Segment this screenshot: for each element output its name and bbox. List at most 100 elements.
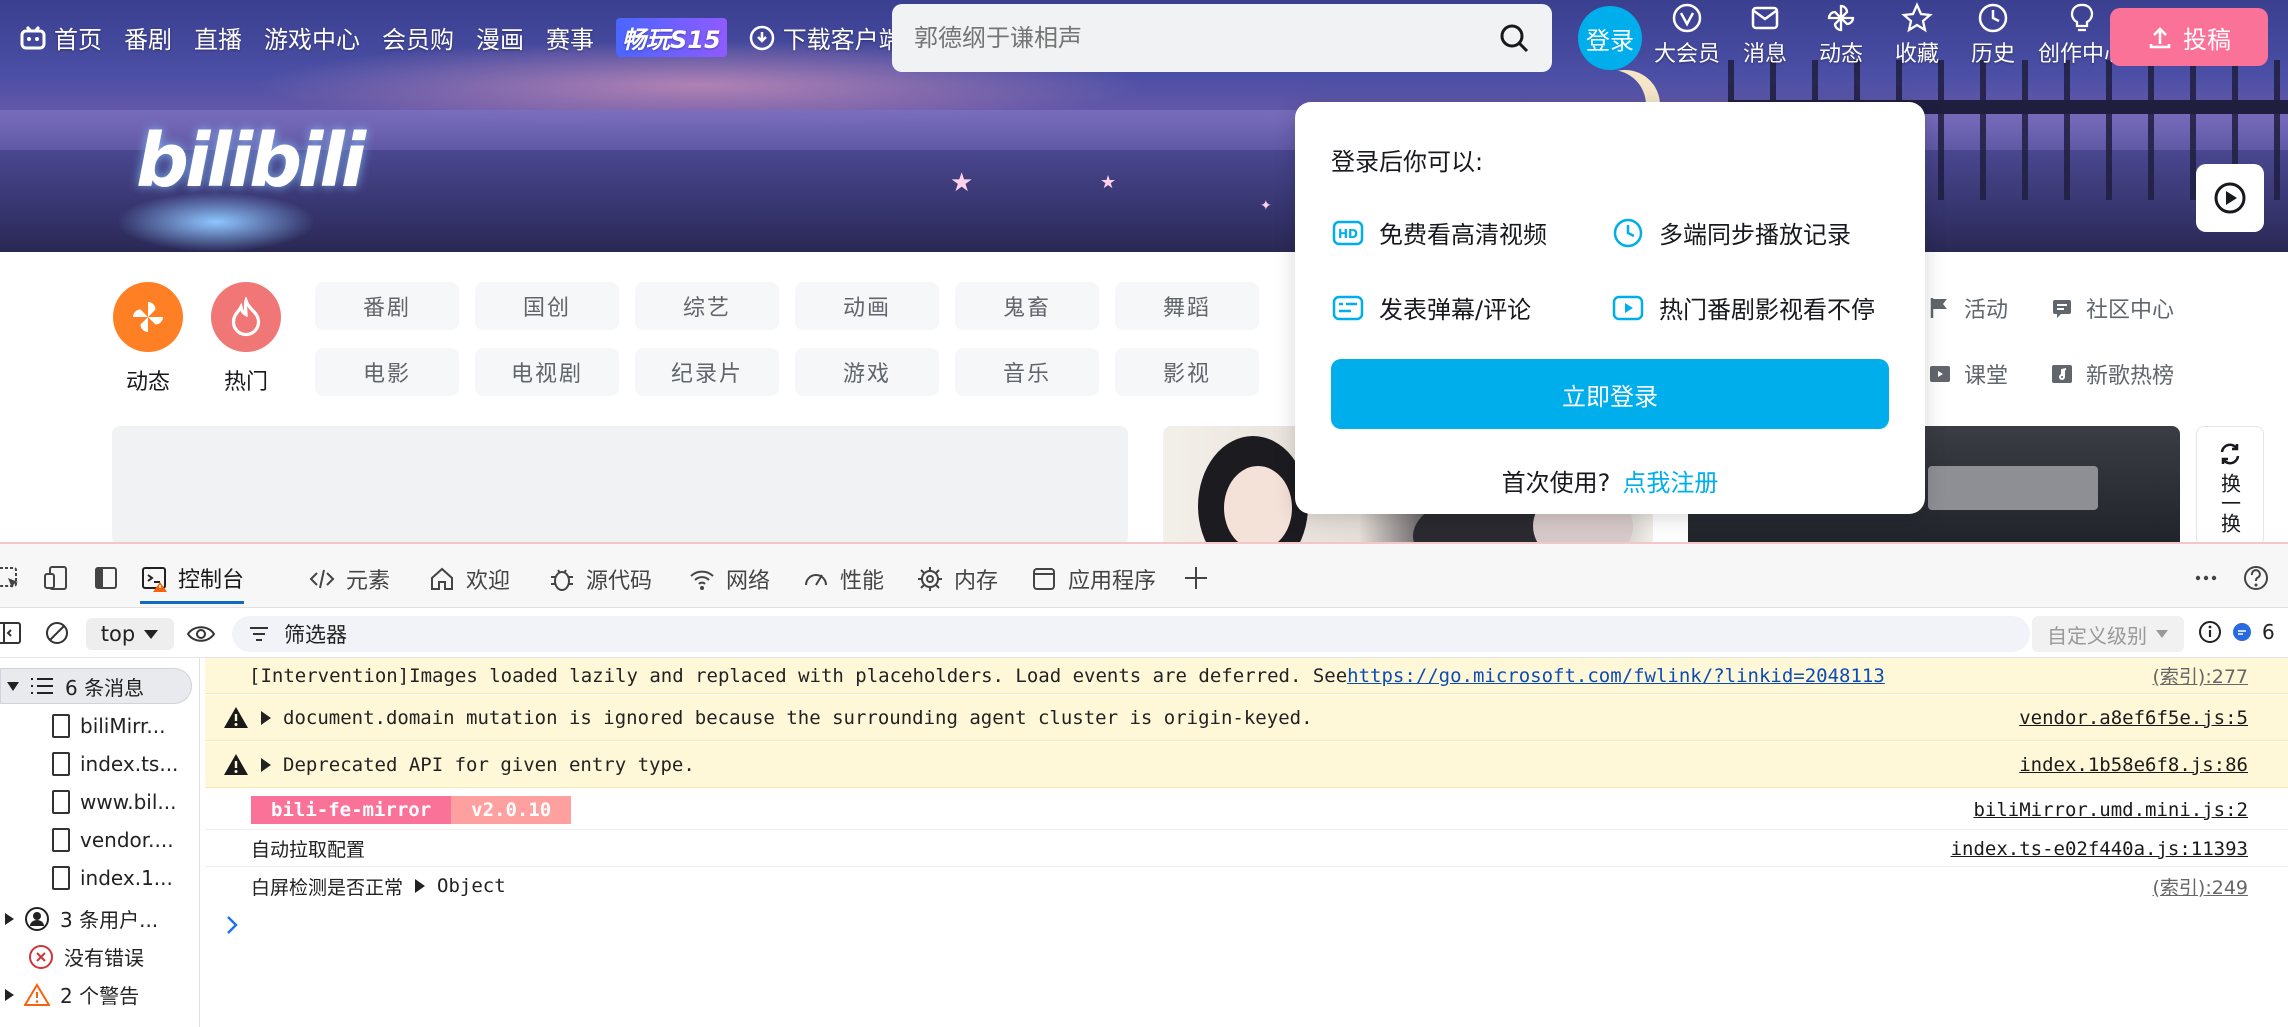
nav-history-label: 历史 — [1971, 42, 2016, 67]
tab-console[interactable]: 控制台 — [140, 554, 245, 604]
sidebar-warnings[interactable]: 2 个警告 — [4, 980, 139, 1009]
tab-performance[interactable]: 性能 — [802, 554, 884, 604]
console-sidebar: 6 条消息 biliMirr... index.ts... www.bil...… — [0, 658, 200, 1027]
add-tab-icon[interactable] — [1182, 564, 1210, 592]
console-message-text: 自动拉取配置 — [251, 839, 366, 861]
toggle-sidebar-icon[interactable] — [0, 620, 22, 646]
tab-welcome[interactable]: 欢迎 — [428, 554, 510, 604]
bilibili-logo[interactable]: bilibili — [136, 118, 366, 204]
console-message-source[interactable]: index.ts-e02f440a.js:11393 — [1951, 838, 2248, 860]
music-chart-icon — [2052, 365, 2072, 383]
console-icon — [142, 566, 167, 592]
sidebar-file-label: biliMirr... — [80, 714, 166, 738]
hot-round-button[interactable] — [211, 282, 281, 352]
wifi-icon — [690, 570, 714, 590]
console-message-source[interactable]: (索引):277 — [2153, 662, 2249, 689]
sidebar-file-vendor[interactable]: vendor.... — [52, 828, 174, 852]
console-message: bili-fe-mirror v2.0.10 biliMirror.umd.min… — [205, 790, 2288, 830]
nav-history[interactable]: 历史 — [1962, 2, 2024, 68]
carousel-placeholder[interactable] — [112, 426, 1128, 546]
tab-network[interactable]: 网络 — [688, 554, 770, 604]
channel-movie[interactable]: 电影 — [315, 348, 459, 396]
nav-anime[interactable]: 番剧 — [124, 20, 172, 55]
nav-promo-s15[interactable]: 畅玩S15 — [616, 18, 727, 57]
channel-game[interactable]: 游戏 — [795, 348, 939, 396]
nav-manga[interactable]: 漫画 — [476, 20, 524, 55]
channel-tv-series[interactable]: 电视剧 — [475, 348, 619, 396]
channel-variety[interactable]: 综艺 — [635, 282, 779, 330]
console-message: 自动拉取配置 index.ts-e02f440a.js:11393 — [205, 831, 2288, 867]
expand-triangle-icon[interactable] — [261, 710, 271, 725]
inspect-element-icon[interactable] — [0, 564, 22, 592]
nav-messages[interactable]: 消息 — [1734, 2, 1796, 68]
upload-button[interactable]: 投稿 — [2110, 8, 2268, 66]
expand-triangle-icon[interactable] — [261, 757, 271, 772]
log-level-selector[interactable]: 自定义级别 — [2032, 616, 2184, 652]
console-message-source[interactable]: vendor.a8ef6f5e.js:5 — [2019, 707, 2248, 729]
channel-guochuang[interactable]: 国创 — [475, 282, 619, 330]
dynamics-round-button[interactable] — [113, 282, 183, 352]
more-options-icon[interactable] — [2192, 564, 2220, 592]
console-message-source[interactable]: (索引):249 — [2153, 873, 2249, 900]
nav-live[interactable]: 直播 — [194, 20, 242, 55]
live-expression-eye-icon[interactable] — [186, 622, 216, 646]
console-message-source[interactable]: index.1b58e6f8.js:86 — [2019, 754, 2248, 776]
nav-esports[interactable]: 赛事 — [546, 20, 594, 55]
sidebar-file-www-bilibili[interactable]: www.bil... — [52, 790, 176, 814]
side-link-class[interactable]: 课堂 — [1928, 358, 2008, 390]
channel-film[interactable]: 影视 — [1115, 348, 1259, 396]
console-message: [Intervention]Images loaded lazily and r… — [205, 658, 2288, 694]
sidebar-file-index-ts[interactable]: index.ts... — [52, 752, 178, 776]
side-link-community[interactable]: 社区中心 — [2050, 292, 2174, 324]
channel-documentary[interactable]: 纪录片 — [635, 348, 779, 396]
channel-animation[interactable]: 动画 — [795, 282, 939, 330]
nav-favorites[interactable]: 收藏 — [1886, 2, 1948, 68]
channel-kichiku[interactable]: 鬼畜 — [955, 282, 1099, 330]
sidebar-file-bilimirror[interactable]: biliMirr... — [52, 714, 166, 738]
nav-download-client[interactable]: 下载客户端 — [749, 20, 903, 55]
tab-elements[interactable]: 元素 — [308, 554, 390, 604]
side-link-activity[interactable]: 活动 — [1928, 292, 2008, 324]
class-icon — [1930, 366, 1950, 382]
console-object[interactable]: Object — [437, 875, 506, 897]
channel-dance[interactable]: 舞蹈 — [1115, 282, 1259, 330]
context-selector[interactable]: top — [86, 618, 174, 650]
tab-memory[interactable]: 内存 — [916, 554, 998, 604]
login-now-button[interactable]: 立即登录 — [1331, 359, 1889, 429]
message-count[interactable]: 6 — [2198, 620, 2275, 644]
sidebar-all-messages[interactable]: 6 条消息 — [0, 668, 192, 704]
clear-console-icon[interactable] — [44, 620, 70, 646]
search-input[interactable] — [914, 24, 1498, 52]
console-message-link[interactable]: https://go.microsoft.com/fwlink/?linkid=… — [1347, 665, 1885, 687]
upload-label: 投稿 — [2183, 25, 2231, 54]
nav-home[interactable]: 首页 — [20, 20, 102, 55]
expand-triangle-icon[interactable] — [415, 879, 426, 893]
sidebar-file-index-1[interactable]: index.1... — [52, 866, 173, 890]
play-icon — [1612, 295, 1644, 320]
sidebar-user-messages[interactable]: 3 条用户... — [4, 904, 158, 933]
tab-sources[interactable]: 源代码 — [548, 554, 652, 604]
nav-mall[interactable]: 会员购 — [382, 20, 454, 55]
side-link-new-songs[interactable]: 新歌热榜 — [2050, 358, 2174, 390]
tab-application[interactable]: 应用程序 — [1030, 554, 1156, 604]
banner-replay-button[interactable] — [2196, 164, 2264, 232]
dock-side-icon[interactable] — [92, 564, 120, 592]
nav-vip[interactable]: 大会员 — [1654, 2, 1720, 68]
help-icon[interactable] — [2242, 564, 2270, 592]
sidebar-errors[interactable]: 没有错误 — [28, 942, 144, 971]
flame-icon — [231, 297, 261, 337]
console-filter[interactable]: 筛选器 — [232, 616, 2030, 652]
login-avatar-button[interactable]: 登录 — [1578, 6, 1642, 70]
channel-anime[interactable]: 番剧 — [315, 282, 459, 330]
windmill-icon — [133, 302, 163, 332]
device-emulation-icon[interactable] — [42, 564, 70, 592]
nav-dynamics[interactable]: 动态 — [1810, 2, 1872, 68]
console-message-source[interactable]: biliMirror.umd.mini.js:2 — [1973, 799, 2248, 821]
nav-game-center[interactable]: 游戏中心 — [264, 20, 360, 55]
refresh-recommend-button[interactable]: 换一换 — [2196, 426, 2264, 546]
console-prompt-chevron-icon[interactable] — [225, 914, 239, 936]
channel-music[interactable]: 音乐 — [955, 348, 1099, 396]
register-link[interactable]: 点我注册 — [1622, 469, 1718, 497]
search-icon[interactable] — [1498, 22, 1530, 54]
sidebar-file-label: index.ts... — [80, 752, 179, 776]
